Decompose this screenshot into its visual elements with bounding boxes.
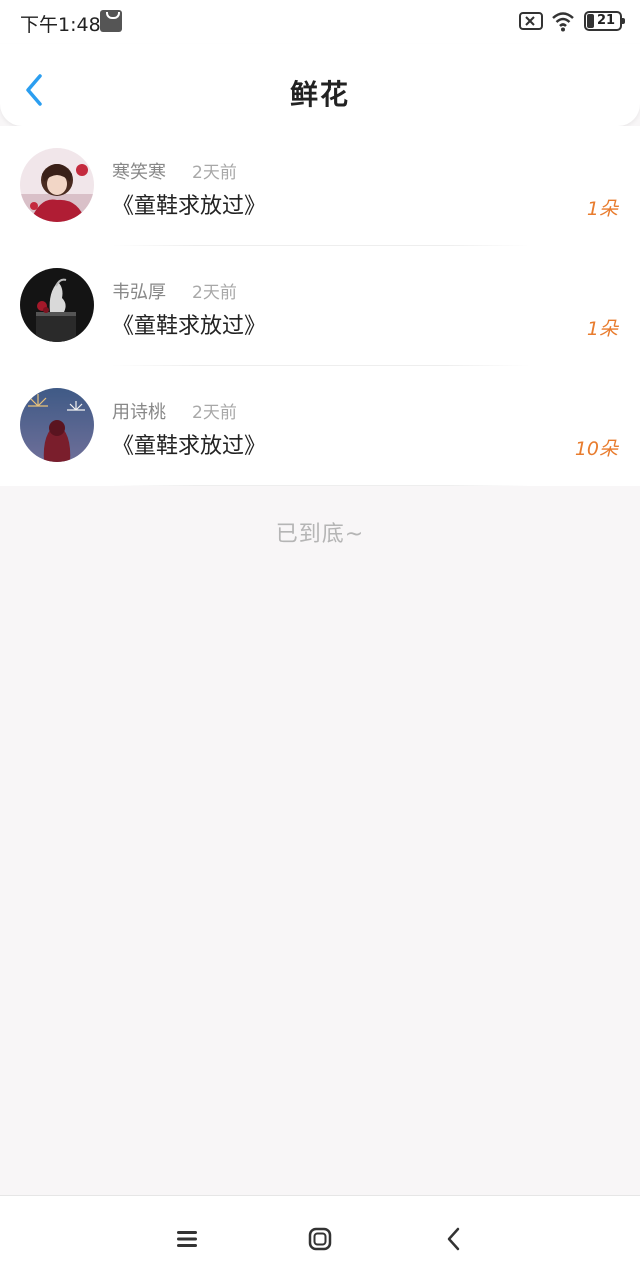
home-icon [308, 1227, 332, 1251]
menu-icon [177, 1231, 197, 1247]
list-item[interactable]: 韦弘厚 2天前 《童鞋求放过》 1朵 [0, 246, 640, 366]
no-sim-icon [519, 12, 543, 30]
username: 韦弘厚 [112, 282, 166, 303]
system-back-button[interactable] [440, 1224, 470, 1254]
timestamp: 2天前 [192, 283, 237, 303]
timestamp: 2天前 [192, 403, 237, 423]
header: 鲜花 [0, 44, 640, 126]
timestamp: 2天前 [192, 163, 237, 183]
menu-button[interactable] [172, 1224, 202, 1254]
username: 寒笑寒 [112, 162, 166, 183]
navigation-bar [0, 1195, 640, 1280]
book-title[interactable]: 《童鞋求放过》 [112, 188, 266, 220]
battery-level: 21 [596, 13, 616, 28]
wifi-icon [552, 12, 574, 32]
mi-app-icon [100, 10, 122, 32]
home-button[interactable] [305, 1224, 335, 1254]
status-time: 下午1:48 [20, 14, 101, 36]
book-title[interactable]: 《童鞋求放过》 [112, 308, 266, 340]
avatar[interactable] [20, 148, 94, 222]
flower-list: 寒笑寒 2天前 《童鞋求放过》 1朵 韦弘厚 2天前 《童鞋求放过》 1朵 用诗… [0, 126, 640, 486]
battery-indicator: 21 [584, 11, 625, 31]
list-item[interactable]: 用诗桃 2天前 《童鞋求放过》 10朵 [0, 366, 640, 486]
flower-count: 1朵 [586, 318, 618, 340]
avatar[interactable] [20, 388, 94, 462]
end-of-list-text: 已到底~ [275, 522, 365, 547]
list-item[interactable]: 寒笑寒 2天前 《童鞋求放过》 1朵 [0, 126, 640, 246]
divider [112, 485, 530, 486]
status-bar: 下午1:48 21 [0, 0, 640, 44]
page-title: 鲜花 [289, 78, 350, 111]
username: 用诗桃 [112, 402, 166, 423]
flower-count: 1朵 [586, 198, 618, 220]
back-icon [447, 1227, 460, 1251]
flower-count: 10朵 [574, 438, 618, 460]
book-title[interactable]: 《童鞋求放过》 [112, 428, 266, 460]
avatar[interactable] [20, 268, 94, 342]
